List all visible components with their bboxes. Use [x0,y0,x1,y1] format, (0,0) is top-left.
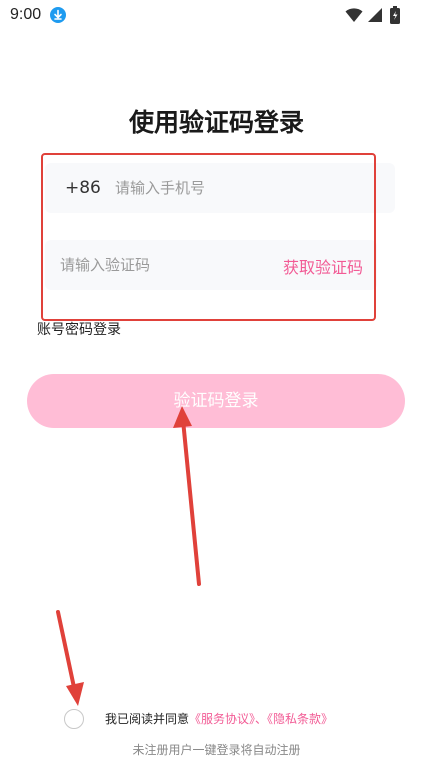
page-title: 使用验证码登录 [128,108,304,137]
signal-icon [367,7,383,27]
status-time: 9:00 [10,6,42,23]
code-login-button[interactable]: 验证码登录 [27,374,405,428]
get-code-button[interactable]: 获取验证码 [283,254,363,278]
agreement-line: 我已阅读并同意《服务协议》、《隐私条款》 [105,710,333,727]
agreement-separator: 、 [255,712,268,726]
privacy-policy-link[interactable]: 《隐私条款》 [267,712,333,726]
status-bar: 9:00 [0,0,433,30]
code-field-row: 获取验证码 [45,240,377,290]
battery-icon [390,6,400,28]
code-input[interactable] [60,249,260,281]
agreement-prefix: 我已阅读并同意 [105,712,190,726]
download-icon [50,7,66,23]
wifi-icon [345,7,363,27]
auto-register-note: 未注册用户一键登录将自动注册 [132,743,301,757]
annotation-arrow-login [173,406,201,586]
agree-checkbox[interactable] [64,709,84,729]
phone-input[interactable] [115,172,385,204]
password-login-link[interactable]: 账号密码登录 [37,319,121,339]
service-agreement-link[interactable]: 《服务协议》 [189,712,255,726]
country-code[interactable]: +86 [65,178,101,198]
phone-field-row: +86 [45,163,395,213]
annotation-arrow-checkbox [56,610,84,706]
